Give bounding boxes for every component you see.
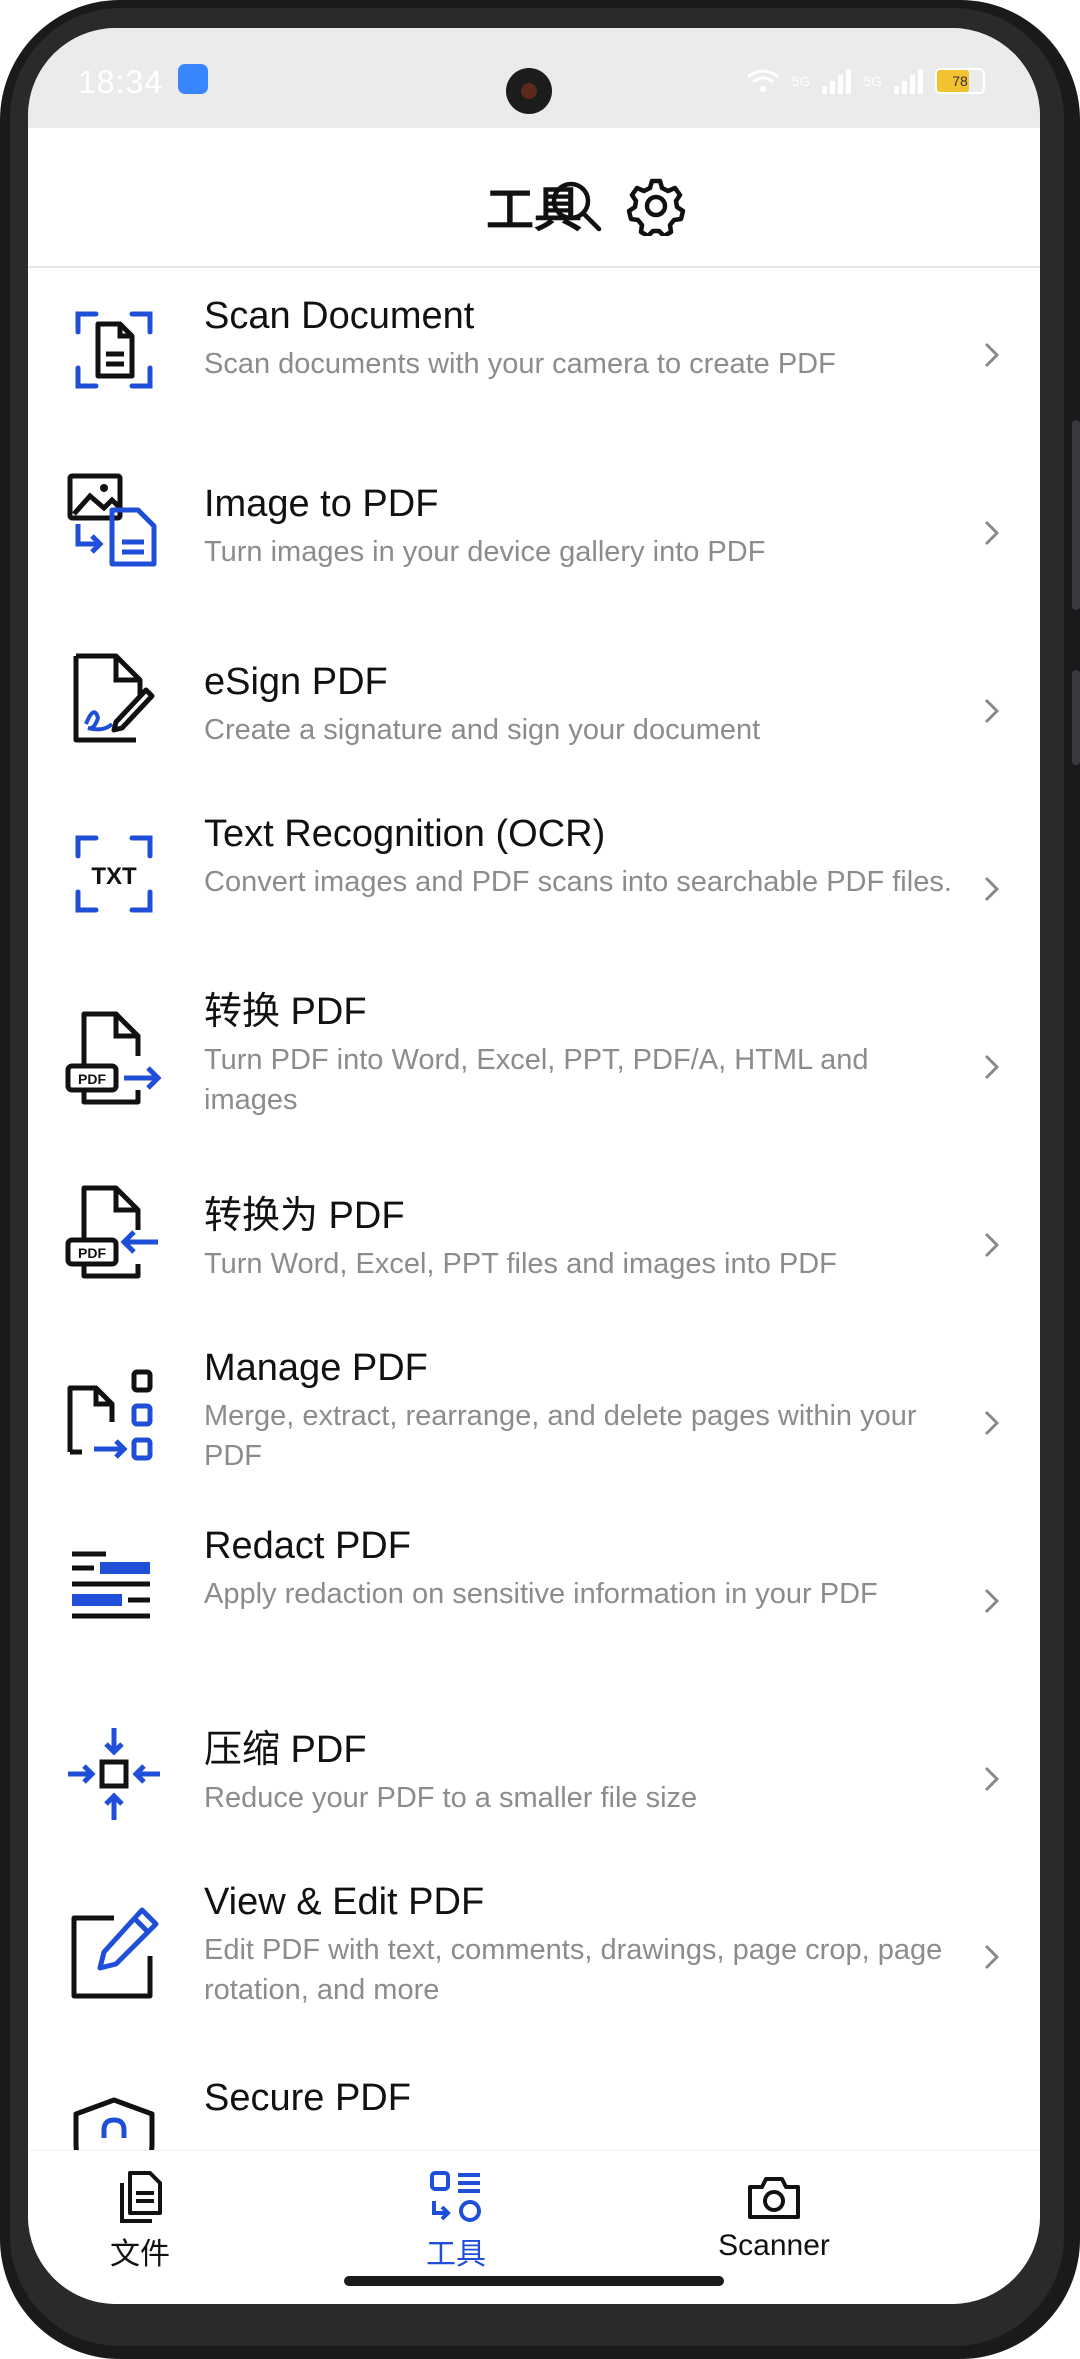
tool-description: Convert images and PDF scans into search… bbox=[204, 866, 952, 898]
chevron-right-icon bbox=[984, 520, 1000, 546]
tool-name: View & Edit PDF bbox=[204, 1881, 485, 1923]
tools-icon bbox=[430, 2171, 481, 2222]
notification-app-icon bbox=[178, 64, 208, 94]
chevron-right-icon bbox=[984, 1410, 1000, 1436]
status-indicators: 5G 5G 78 bbox=[746, 64, 985, 98]
edit-icon bbox=[71, 1907, 159, 1999]
tab-scanner-label: Scanner bbox=[718, 2229, 830, 2262]
screen: 18:34 5G 5G 78 工具 Scan Document Scan doc… bbox=[28, 28, 1040, 2304]
tool-scan-document[interactable]: Scan Document Scan documents with your c… bbox=[28, 268, 1040, 446]
ocr-icon-label: TXT bbox=[91, 863, 137, 890]
tool-secure-pdf[interactable]: Secure PDF bbox=[28, 2048, 1040, 2150]
tool-name: eSign PDF bbox=[204, 661, 388, 703]
tool-name: 压缩 PDF bbox=[204, 1729, 367, 1771]
chevron-right-icon bbox=[984, 1766, 1000, 1792]
tool-view-edit-pdf[interactable]: View & Edit PDF Edit PDF with text, comm… bbox=[28, 1870, 1040, 2048]
tool-convert-to-pdf[interactable]: PDF 转换为 PDF Turn Word, Excel, PPT files … bbox=[28, 1158, 1040, 1336]
tool-name: Scan Document bbox=[204, 295, 475, 337]
chevron-right-icon bbox=[984, 1054, 1000, 1080]
pdf-badge-label: PDF bbox=[78, 1071, 106, 1087]
tool-name: 转换 PDF bbox=[204, 991, 367, 1033]
tool-description: Turn images in your device gallery into … bbox=[204, 536, 766, 568]
battery-level: 78 bbox=[952, 73, 968, 89]
tool-name: Text Recognition (OCR) bbox=[204, 813, 606, 855]
camera-icon bbox=[748, 2177, 800, 2219]
gear-icon bbox=[626, 178, 686, 239]
search-icon bbox=[551, 181, 602, 232]
ocr-icon: TXT bbox=[75, 835, 153, 913]
wifi-icon bbox=[746, 69, 779, 92]
tool-name: 转换为 PDF bbox=[204, 1195, 405, 1237]
chevron-right-icon bbox=[984, 1588, 1000, 1614]
tab-files[interactable]: 文件 bbox=[28, 2169, 270, 2273]
tool-name: Secure PDF bbox=[204, 2077, 411, 2119]
tool-name: Redact PDF bbox=[204, 1525, 411, 1567]
signal-bars-icon bbox=[894, 68, 923, 94]
chevron-right-icon bbox=[984, 342, 1000, 368]
pdf-badge-label: PDF bbox=[78, 1245, 106, 1261]
tab-scanner[interactable]: Scanner bbox=[644, 2169, 904, 2263]
tool-description: Turn PDF into Word, Excel, PPT, PDF/A, H… bbox=[204, 1044, 869, 1116]
status-bar: 18:34 5G 5G 78 bbox=[28, 28, 1040, 128]
chevron-right-icon bbox=[984, 876, 1000, 902]
tab-files-label: 文件 bbox=[110, 2238, 170, 2271]
manage-pages-icon bbox=[67, 1369, 153, 1461]
chevron-right-icon bbox=[984, 1944, 1000, 1970]
app-header: 工具 bbox=[28, 128, 1040, 268]
scan-document-icon bbox=[75, 311, 153, 389]
page-title: 工具 bbox=[485, 184, 582, 237]
image-to-pdf-icon bbox=[67, 473, 157, 567]
device-frame: 18:34 5G 5G 78 工具 Scan Document Scan doc… bbox=[0, 0, 1080, 2359]
tool-text-recognition-ocr[interactable]: TXT Text Recognition (OCR) Convert image… bbox=[28, 802, 1040, 980]
battery-icon: 78 bbox=[935, 68, 985, 94]
network-type-2: 5G bbox=[863, 73, 882, 89]
signature-icon bbox=[73, 653, 155, 743]
tool-redact-pdf[interactable]: Redact PDF Apply redaction on sensitive … bbox=[28, 1514, 1040, 1692]
tool-description: Turn Word, Excel, PPT files and images i… bbox=[204, 1248, 837, 1280]
tools-list: Scan Document Scan documents with your c… bbox=[28, 268, 1040, 2150]
tool-name: Image to PDF bbox=[204, 483, 439, 525]
power-button bbox=[1072, 670, 1080, 765]
front-camera bbox=[506, 68, 552, 114]
compress-icon bbox=[68, 1728, 160, 1820]
status-time: 18:34 bbox=[78, 64, 164, 100]
tool-compress-pdf[interactable]: 压缩 PDF Reduce your PDF to a smaller file… bbox=[28, 1692, 1040, 1870]
settings-button[interactable] bbox=[626, 176, 686, 239]
tool-image-to-pdf[interactable]: Image to PDF Turn images in your device … bbox=[28, 446, 1040, 624]
tool-convert-pdf[interactable]: PDF 转换 PDF Turn PDF into Word, Excel, PP… bbox=[28, 980, 1040, 1158]
network-type-1: 5G bbox=[791, 73, 811, 89]
tool-description: Apply redaction on sensitive information… bbox=[204, 1578, 878, 1610]
files-icon bbox=[120, 2171, 162, 2223]
search-button[interactable] bbox=[546, 176, 606, 236]
tool-esign-pdf[interactable]: eSign PDF Create a signature and sign yo… bbox=[28, 624, 1040, 802]
signal-bars-icon bbox=[822, 68, 852, 94]
chevron-right-icon bbox=[984, 1232, 1000, 1258]
tool-description: Scan documents with your camera to creat… bbox=[204, 348, 836, 380]
chevron-right-icon bbox=[984, 698, 1000, 724]
tool-description: Edit PDF with text, comments, drawings, … bbox=[204, 1934, 943, 2006]
home-indicator[interactable] bbox=[344, 2276, 724, 2286]
tool-name: Manage PDF bbox=[204, 1347, 428, 1389]
tab-tools[interactable]: 工具 bbox=[326, 2169, 586, 2273]
tool-description: Merge, extract, rearrange, and delete pa… bbox=[204, 1400, 917, 1472]
tool-description: Reduce your PDF to a smaller file size bbox=[204, 1782, 698, 1814]
tool-description: Create a signature and sign your documen… bbox=[204, 714, 761, 746]
tool-manage-pdf[interactable]: Manage PDF Merge, extract, rearrange, an… bbox=[28, 1336, 1040, 1514]
shield-icon bbox=[73, 2097, 155, 2150]
volume-button bbox=[1072, 420, 1080, 610]
redact-icon bbox=[72, 1551, 150, 1619]
convert-to-pdf-icon: PDF bbox=[65, 1185, 158, 1279]
convert-from-pdf-icon: PDF bbox=[65, 1011, 162, 1105]
tab-tools-label: 工具 bbox=[426, 2238, 486, 2271]
